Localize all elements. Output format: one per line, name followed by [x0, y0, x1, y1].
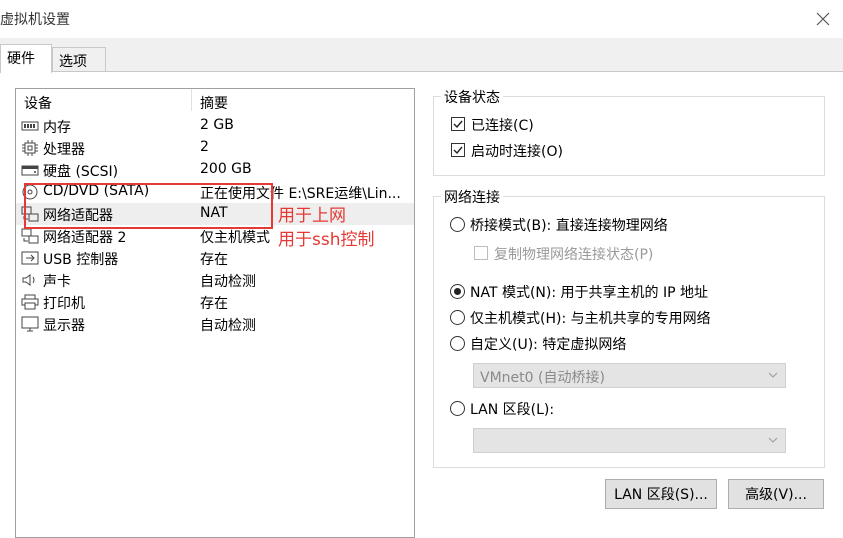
window-title: 虚拟机设置 — [0, 12, 70, 28]
close-icon — [816, 12, 830, 26]
device-summary: 2 — [200, 139, 209, 155]
tab-content: 设备 摘要 内存 2 GB 处理器 2 硬盘 (SCSI) 200 GB CD/… — [0, 71, 843, 538]
column-separator[interactable] — [191, 89, 192, 111]
device-summary: 正在使用文件 E:\SRE运维\Lin... — [200, 186, 401, 202]
device-summary: 自动检测 — [200, 274, 256, 290]
tab-hardware-label: 硬件 — [7, 51, 35, 67]
device-list-header: 设备 摘要 — [16, 89, 414, 113]
device-row-cddvd[interactable]: CD/DVD (SATA) 正在使用文件 E:\SRE运维\Lin... — [16, 181, 414, 203]
bridged-radio[interactable] — [450, 217, 465, 232]
usb-icon — [21, 251, 39, 265]
host-only-label[interactable]: 仅主机模式(H): 与主机共享的专用网络 — [470, 308, 711, 328]
header-summary[interactable]: 摘要 — [200, 93, 228, 113]
device-row-display[interactable]: 显示器 自动检测 — [16, 313, 414, 335]
connect-at-power-on-label[interactable]: 启动时连接(O) — [471, 141, 563, 161]
device-summary: 存在 — [200, 296, 228, 312]
bridged-label[interactable]: 桥接模式(B): 直接连接物理网络 — [470, 215, 668, 235]
device-row-processor[interactable]: 处理器 2 — [16, 137, 414, 159]
device-name: 显示器 — [43, 318, 85, 334]
nat-radio[interactable] — [450, 284, 465, 299]
device-row-network-adapter[interactable]: 网络适配器 NAT — [16, 203, 414, 225]
device-name: USB 控制器 — [43, 252, 119, 268]
device-status-title: 设备状态 — [441, 87, 503, 107]
chevron-down-icon — [768, 372, 778, 378]
custom-label[interactable]: 自定义(U): 特定虚拟网络 — [470, 334, 626, 354]
device-status-group: 设备状态 已连接(C) 启动时连接(O) — [433, 87, 825, 176]
device-summary: 自动检测 — [200, 318, 256, 334]
cpu-icon — [22, 140, 38, 156]
device-row-printer[interactable]: 打印机 存在 — [16, 291, 414, 313]
nat-label[interactable]: NAT 模式(N): 用于共享主机的 IP 地址 — [470, 282, 708, 302]
device-name: CD/DVD (SATA) — [43, 183, 150, 199]
replicate-label[interactable]: 复制物理网络连接状态(P) — [494, 244, 653, 264]
annotation-internet: 用于上网 — [278, 206, 346, 226]
annotation-ssh: 用于ssh控制 — [278, 230, 375, 250]
connected-checkbox[interactable] — [451, 117, 465, 131]
monitor-icon — [21, 316, 39, 332]
network-connection-title: 网络连接 — [441, 187, 503, 207]
device-row-memory[interactable]: 内存 2 GB — [16, 115, 414, 137]
host-only-radio[interactable] — [450, 310, 465, 325]
memory-icon — [21, 121, 39, 131]
lan-segment-radio[interactable] — [450, 401, 465, 416]
device-name: 网络适配器 2 — [43, 230, 127, 246]
device-name: 打印机 — [43, 296, 85, 312]
tab-strip: 硬件 选项 — [0, 38, 843, 73]
network-icon — [21, 228, 39, 244]
device-summary: 2 GB — [200, 117, 234, 133]
lan-segments-button[interactable]: LAN 区段(S)... — [605, 479, 717, 509]
close-button[interactable] — [809, 6, 837, 32]
lan-segment-select[interactable] — [473, 428, 786, 453]
network-icon — [21, 206, 39, 222]
tab-options[interactable]: 选项 — [52, 47, 106, 72]
printer-icon — [21, 294, 39, 310]
custom-network-value: VMnet0 (自动桥接) — [480, 370, 605, 386]
lan-segment-label[interactable]: LAN 区段(L): — [470, 399, 554, 419]
custom-radio[interactable] — [450, 336, 465, 351]
chevron-down-icon — [768, 437, 778, 443]
title-bar: 虚拟机设置 — [0, 0, 843, 38]
cd-icon — [22, 184, 38, 200]
speaker-icon — [22, 274, 35, 286]
header-device[interactable]: 设备 — [24, 93, 52, 113]
radio-selected-dot — [454, 288, 461, 295]
advanced-button[interactable]: 高级(V)... — [728, 479, 824, 509]
connect-at-power-on-checkbox[interactable] — [451, 143, 465, 157]
device-name: 硬盘 (SCSI) — [43, 164, 119, 180]
device-row-harddisk[interactable]: 硬盘 (SCSI) 200 GB — [16, 159, 414, 181]
device-name: 内存 — [43, 120, 71, 136]
device-row-sound[interactable]: 声卡 自动检测 — [16, 269, 414, 291]
custom-network-select[interactable]: VMnet0 (自动桥接) — [473, 363, 786, 388]
checkmark-icon — [453, 120, 463, 129]
tab-options-label: 选项 — [59, 54, 87, 70]
device-list[interactable]: 设备 摘要 内存 2 GB 处理器 2 硬盘 (SCSI) 200 GB CD/… — [15, 88, 415, 538]
connected-label[interactable]: 已连接(C) — [471, 115, 534, 135]
device-name: 处理器 — [43, 142, 85, 158]
device-row-usb[interactable]: USB 控制器 存在 — [16, 247, 414, 269]
checkmark-icon — [453, 146, 463, 155]
harddisk-icon — [21, 165, 39, 176]
replicate-checkbox[interactable] — [474, 246, 488, 260]
device-summary: 200 GB — [200, 161, 252, 177]
device-summary: 存在 — [200, 252, 228, 268]
network-connection-group: 网络连接 桥接模式(B): 直接连接物理网络 复制物理网络连接状态(P) NAT… — [433, 187, 825, 468]
device-name: 网络适配器 — [43, 208, 113, 224]
device-name: 声卡 — [43, 274, 71, 290]
tab-hardware[interactable]: 硬件 — [0, 44, 52, 73]
